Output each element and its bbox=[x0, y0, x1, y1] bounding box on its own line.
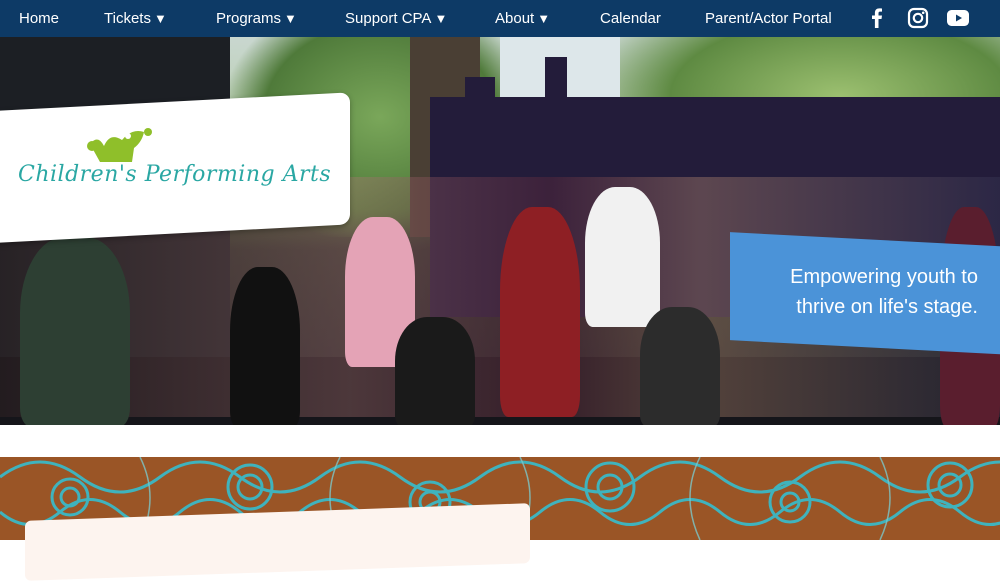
nav-support-cpa-label: Support CPA bbox=[345, 10, 432, 27]
performer bbox=[230, 267, 300, 425]
tagline-line-2: thrive on life's stage. bbox=[796, 296, 978, 318]
skyline-building bbox=[465, 77, 495, 107]
nav-support-cpa[interactable]: Support CPA ▼ bbox=[345, 0, 447, 37]
skyline-building bbox=[595, 107, 623, 117]
skyline-building bbox=[780, 97, 800, 117]
nav-parent-actor-portal[interactable]: Parent/Actor Portal bbox=[705, 0, 832, 37]
logo-wordmark: Children's Performing Arts bbox=[18, 162, 332, 187]
tagline: Empowering youth to thrive on life's sta… bbox=[768, 262, 978, 322]
nav-programs[interactable]: Programs ▼ bbox=[216, 0, 297, 37]
nav-home-label: Home bbox=[19, 10, 60, 27]
nav-portal-label: Parent/Actor Portal bbox=[705, 10, 832, 27]
section-divider bbox=[0, 425, 1000, 457]
performer bbox=[585, 187, 660, 327]
chevron-down-icon: ▼ bbox=[434, 11, 448, 26]
performer bbox=[20, 237, 130, 425]
nav-home[interactable]: Home bbox=[19, 0, 59, 37]
nav-about[interactable]: About ▼ bbox=[495, 0, 550, 37]
nav-calendar-label: Calendar bbox=[600, 10, 661, 27]
tagline-line-1: Empowering youth to bbox=[790, 266, 978, 288]
chevron-down-icon: ▼ bbox=[284, 11, 297, 26]
skyline-building bbox=[545, 57, 567, 107]
nav-calendar[interactable]: Calendar bbox=[600, 0, 661, 37]
chevron-down-icon: ▼ bbox=[153, 11, 167, 26]
facebook-icon[interactable] bbox=[866, 7, 888, 29]
youtube-icon[interactable] bbox=[946, 7, 970, 29]
chevron-down-icon: ▼ bbox=[537, 11, 551, 26]
performer bbox=[395, 317, 475, 425]
nav-programs-label: Programs bbox=[216, 10, 282, 27]
nav-tickets[interactable]: Tickets ▼ bbox=[104, 0, 167, 37]
nav-tickets-label: Tickets bbox=[104, 10, 151, 27]
nav-about-label: About bbox=[495, 10, 535, 27]
top-navigation: Home Tickets ▼ Programs ▼ Support CPA ▼ Abo… bbox=[0, 0, 1000, 37]
performer bbox=[640, 307, 720, 425]
skyline-building bbox=[865, 117, 905, 137]
performer bbox=[500, 207, 580, 417]
instagram-icon[interactable] bbox=[907, 7, 929, 29]
